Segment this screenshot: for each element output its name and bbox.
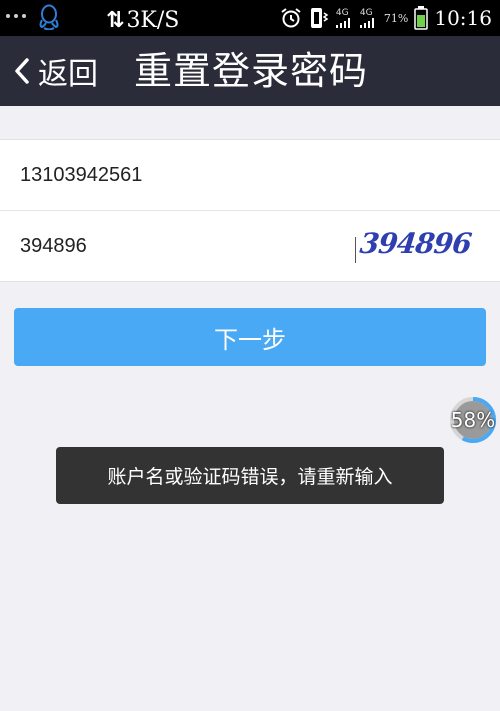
back-label: 返回	[38, 57, 98, 92]
data-transfer-icon: ⇅	[106, 8, 125, 33]
progress-indicator[interactable]: 58%	[449, 396, 497, 444]
chevron-left-icon	[15, 58, 29, 84]
signal-bars-icon-2	[359, 17, 374, 28]
vibrate-icon	[310, 8, 329, 28]
signal-icon: 4G	[335, 7, 354, 28]
page-title: 重置登录密码	[134, 49, 369, 93]
network-type-1: 4G	[335, 7, 349, 18]
alarm-icon	[281, 8, 301, 28]
progress-label: 58%	[450, 408, 496, 432]
next-step-button[interactable]: 下一步	[14, 308, 486, 366]
app-header: 返回 重置登录密码	[0, 36, 500, 106]
status-bar-right: 4G 4G 71% 10:16	[280, 5, 492, 31]
captcha-divider	[355, 237, 356, 263]
reset-form: 394896	[0, 139, 500, 282]
verification-code-input[interactable]	[20, 211, 340, 281]
network-speed-text: 3K/S	[126, 8, 180, 33]
phone-row	[0, 140, 500, 210]
battery-percent: 71%	[383, 11, 409, 25]
more-dots-icon	[6, 14, 26, 18]
status-bar: ⇅ 3K/S 4G 4G 71% 10:16	[0, 0, 500, 36]
signal-icon-2: 4G	[359, 7, 378, 28]
back-button[interactable]: 返回	[14, 50, 98, 92]
signal-bars-icon	[335, 17, 350, 28]
battery-icon	[414, 6, 429, 30]
error-toast: 账户名或验证码错误，请重新输入	[56, 447, 444, 504]
captcha-image[interactable]: 394896	[355, 227, 473, 267]
captcha-text: 394896	[358, 227, 473, 260]
network-speed-indicator: ⇅ 3K/S	[106, 9, 179, 33]
code-row: 394896	[0, 210, 500, 281]
phone-input[interactable]	[20, 140, 340, 210]
status-time: 10:16	[434, 6, 492, 30]
network-type-2: 4G	[359, 7, 373, 18]
qq-icon	[39, 4, 59, 30]
